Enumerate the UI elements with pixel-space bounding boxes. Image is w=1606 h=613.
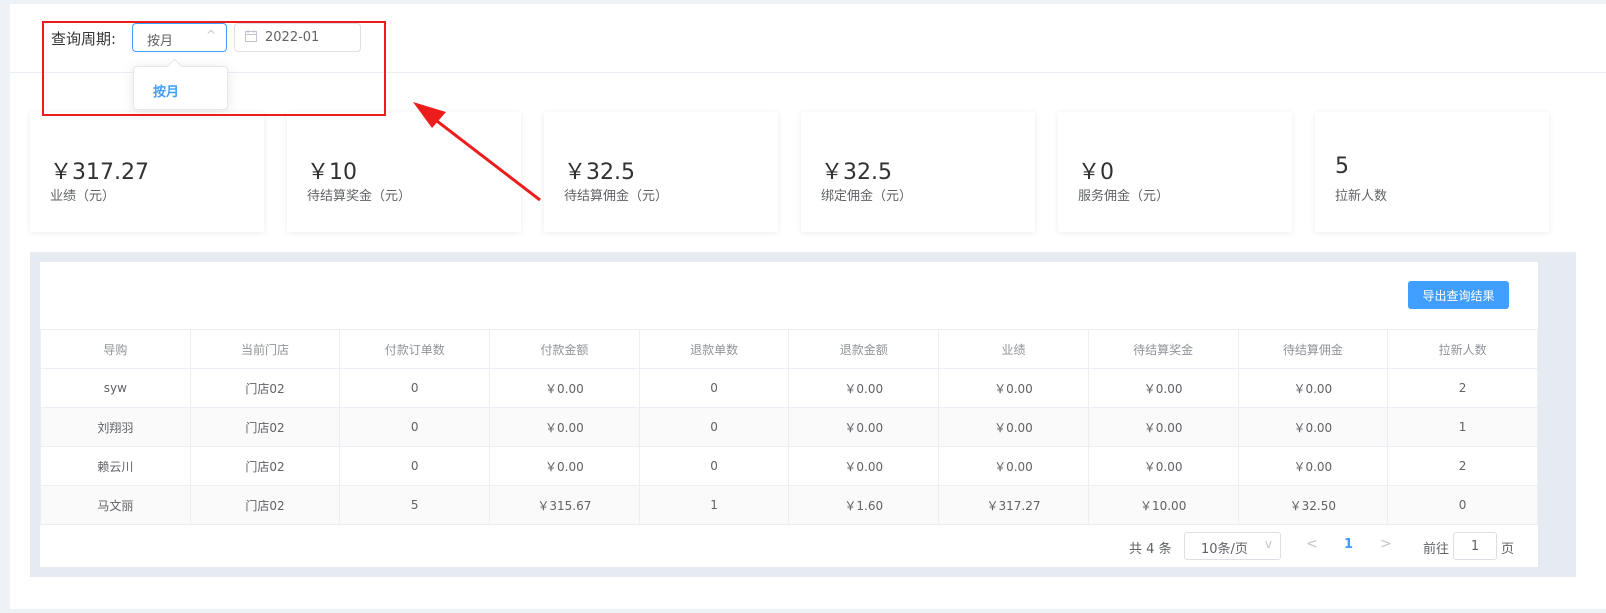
column-header[interactable]: 业绩 [938, 329, 1089, 369]
stat-card-pending-bonus: ￥10 待结算奖金（元） [287, 112, 521, 232]
goto-label: 前往 [1423, 542, 1450, 557]
stat-card-pending-commission: ￥32.5 待结算佣金（元） [544, 112, 778, 232]
export-results-button[interactable]: 导出查询结果 [1408, 281, 1509, 309]
column-header[interactable]: 退款金额 [788, 329, 940, 369]
table-cell: 门店02 [189, 446, 341, 486]
stat-card-service-commission: ￥0 服务佣金（元） [1058, 112, 1292, 232]
stat-card-new-members: 5 拉新人数 [1315, 112, 1549, 232]
table-header-row: 导购 当前门店 付款订单数 付款金额 退款单数 退款金额 业绩 待结算奖金 待结… [40, 329, 1538, 369]
stat-amount: 5 [1335, 154, 1349, 179]
table-cell: 赖云川 [40, 446, 191, 486]
table-row[interactable]: 刘翔羽 门店02 0 ￥0.00 0 ￥0.00 ￥0.00 ￥0.00 ￥0.… [40, 407, 1538, 447]
table-cell: ￥0.00 [1087, 407, 1239, 447]
next-page-icon[interactable]: > [1380, 536, 1392, 552]
sales-table: 导购 当前门店 付款订单数 付款金额 退款单数 退款金额 业绩 待结算奖金 待结… [40, 329, 1538, 525]
table-cell: 门店02 [189, 485, 341, 525]
stat-amount: ￥32.5 [564, 160, 635, 185]
page-number-current[interactable]: 1 [1344, 537, 1353, 552]
stat-card-performance: ￥317.27 业绩（元） [30, 112, 264, 232]
table-cell: 门店02 [189, 368, 341, 408]
table-cell: ￥0.00 [938, 446, 1089, 486]
table-cell: 1 [1387, 407, 1538, 447]
column-header[interactable]: 付款订单数 [339, 329, 491, 369]
column-header[interactable]: 退款单数 [638, 329, 790, 369]
pagination-total: 共 4 条 [1129, 542, 1172, 557]
table-cell: ￥0.00 [788, 407, 940, 447]
table-cell: 马文丽 [40, 485, 191, 525]
column-header[interactable]: 导购 [40, 329, 191, 369]
table-cell: ￥0.00 [938, 407, 1089, 447]
table-cell: 0 [339, 446, 491, 486]
prev-page-icon[interactable]: < [1306, 536, 1318, 552]
stat-card-bound-commission: ￥32.5 绑定佣金（元） [801, 112, 1035, 232]
stat-amount: ￥317.27 [50, 160, 149, 185]
stat-amount: ￥0 [1078, 160, 1114, 185]
goto-page-input[interactable] [1453, 532, 1497, 560]
stat-label: 绑定佣金（元） [821, 189, 913, 204]
stat-label: 待结算佣金（元） [564, 189, 669, 204]
table-cell: 0 [638, 407, 790, 447]
stat-label: 业绩（元） [50, 189, 116, 204]
table-cell: 1 [638, 485, 790, 525]
table-cell: ￥0.00 [788, 446, 940, 486]
table-cell: 2 [1387, 368, 1538, 408]
page-size-select[interactable]: 10条/页 v [1184, 532, 1281, 560]
table-row[interactable]: 马文丽 门店02 5 ￥315.67 1 ￥1.60 ￥317.27 ￥10.0… [40, 485, 1538, 525]
column-header[interactable]: 拉新人数 [1387, 329, 1538, 369]
stat-label: 服务佣金（元） [1078, 189, 1170, 204]
table-cell: 0 [638, 446, 790, 486]
page-suffix: 页 [1501, 542, 1515, 557]
table-cell: 5 [339, 485, 491, 525]
table-cell: syw [40, 368, 191, 408]
table-cell: ￥0.00 [1237, 407, 1389, 447]
table-cell: 0 [339, 368, 491, 408]
pagination: 共 4 条 10条/页 v < 1 > 前往 页 [40, 532, 1538, 562]
table-cell: 0 [1387, 485, 1538, 525]
chevron-down-icon: v [1264, 537, 1272, 551]
table-container: 导出查询结果 导购 当前门店 付款订单数 付款金额 退款单数 退款金额 业绩 待… [40, 262, 1538, 567]
table-cell: ￥0.00 [489, 368, 640, 408]
table-cell: ￥0.00 [1087, 446, 1239, 486]
table-cell: ￥0.00 [788, 368, 940, 408]
table-cell: ￥0.00 [489, 446, 640, 486]
table-cell: 门店02 [189, 407, 341, 447]
table-cell: ￥317.27 [938, 485, 1089, 525]
annotation-highlight-box [42, 21, 386, 116]
table-cell: 2 [1387, 446, 1538, 486]
column-header[interactable]: 待结算佣金 [1237, 329, 1389, 369]
column-header[interactable]: 当前门店 [189, 329, 341, 369]
column-header[interactable]: 待结算奖金 [1087, 329, 1239, 369]
table-cell: ￥0.00 [489, 407, 640, 447]
table-row[interactable]: 赖云川 门店02 0 ￥0.00 0 ￥0.00 ￥0.00 ￥0.00 ￥0.… [40, 446, 1538, 486]
column-header[interactable]: 付款金额 [489, 329, 640, 369]
table-cell: ￥315.67 [489, 485, 640, 525]
table-cell: 刘翔羽 [40, 407, 191, 447]
table-cell: 0 [339, 407, 491, 447]
table-cell: ￥0.00 [938, 368, 1089, 408]
table-cell: 0 [638, 368, 790, 408]
stat-amount: ￥32.5 [821, 160, 892, 185]
table-cell: ￥0.00 [1237, 368, 1389, 408]
table-cell: ￥0.00 [1237, 446, 1389, 486]
table-panel: 导出查询结果 导购 当前门店 付款订单数 付款金额 退款单数 退款金额 业绩 待… [30, 252, 1576, 577]
table-cell: ￥10.00 [1087, 485, 1239, 525]
stat-label: 拉新人数 [1335, 189, 1388, 204]
table-cell: ￥32.50 [1237, 485, 1389, 525]
table-cell: ￥1.60 [788, 485, 940, 525]
stat-amount: ￥10 [307, 160, 357, 185]
table-row[interactable]: syw 门店02 0 ￥0.00 0 ￥0.00 ￥0.00 ￥0.00 ￥0.… [40, 368, 1538, 408]
stat-label: 待结算奖金（元） [307, 189, 412, 204]
table-cell: ￥0.00 [1087, 368, 1239, 408]
page-size-value: 10条/页 [1201, 542, 1248, 557]
